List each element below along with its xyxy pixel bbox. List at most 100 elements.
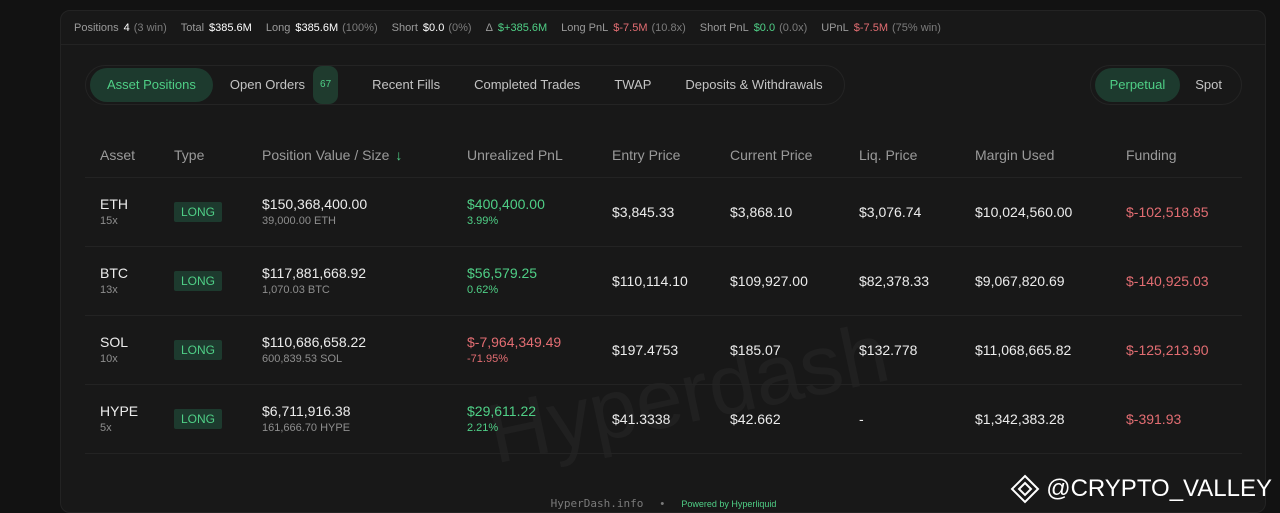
position-type-badge: LONG [174,408,223,429]
tab-label: Deposits & Withdrawals [685,77,823,92]
tab-deposits-withdrawals[interactable]: Deposits & Withdrawals [668,68,839,102]
cell-entry-price: $41.3338 [597,384,715,454]
positions-card: Asset Positions Open Orders 67 Recent Fills… [85,65,1242,510]
cell-position-value: $110,686,658.22 600,839.53 SOL [247,315,452,385]
tab-twap[interactable]: TWAP [597,68,668,102]
column-header-label: Margin Used [975,146,1055,163]
stats-bar: Positions 4 (3 win) Total $385.6M Long $385.6M… [61,11,1265,45]
column-header-position-value-size[interactable]: Position Value / Size ↓ [247,133,452,178]
column-header-funding[interactable]: Funding [1111,133,1242,178]
column-header-label: Position Value / Size [262,146,390,163]
brand-handle: @CRYPTO_VALLEY [1046,475,1272,502]
column-header-label: Asset [100,146,136,163]
tab-label: TWAP [614,77,652,92]
tab-recent-fills[interactable]: Recent Fills [355,68,457,102]
position-size: 1,070.03 BTC [262,284,330,296]
column-header-margin-used[interactable]: Margin Used [960,133,1111,178]
cell-funding: $-102,518.85 [1111,177,1242,247]
tab-completed-trades[interactable]: Completed Trades [457,68,597,102]
stat-sub: (0.0x) [779,21,808,34]
funding-value: $-125,213.90 [1126,341,1209,358]
stat-upnl: UPnL $-7.5M (75% win) [821,22,941,34]
entry-price: $3,845.33 [612,203,675,220]
cell-entry-price: $110,114.10 [597,246,715,316]
cell-entry-price: $197.4753 [597,315,715,385]
cell-current-price: $109,927.00 [715,246,844,316]
current-price: $3,868.10 [730,203,793,220]
table-header-row: Asset Type Position Value / Size ↓ Unrealize… [85,133,1242,178]
table-row[interactable]: BTC 13x LONG $117,881,668.92 1,070.03 BTC $56… [85,246,1242,316]
table-body: ETH 15x LONG $150,368,400.00 39,000.00 ETH $4… [85,177,1242,454]
cell-current-price: $42.662 [715,384,844,454]
margin-used: $10,024,560.00 [975,203,1073,220]
margin-used: $9,067,820.69 [975,272,1065,289]
stat-value: $385.6M [209,21,252,34]
column-header-asset[interactable]: Asset [85,133,159,178]
toggle-spot[interactable]: Spot [1180,68,1237,102]
asset-symbol[interactable]: HYPE [100,403,159,419]
table-row[interactable]: HYPE 5x LONG $6,711,916.38 161,666.70 HYPE $2… [85,384,1242,454]
brand-watermark: @CRYPTO_VALLEY [1010,474,1272,504]
liquidation-price: $132.778 [859,341,918,358]
stat-positions: Positions 4 (3 win) [74,22,167,34]
entry-price: $110,114.10 [612,272,688,289]
entry-price: $197.4753 [612,341,679,358]
sort-arrow-icon[interactable]: ↓ [395,147,402,163]
cell-margin-used: $1,342,383.28 [960,384,1111,454]
stat-value: $-7.5M [613,21,648,34]
asset-leverage: 15x [100,215,118,227]
position-value: $117,881,668.92 [262,265,367,281]
stat-sub: (100%) [342,21,378,34]
stat-value: $-7.5M [853,21,889,34]
liquidation-price: $82,378.33 [859,272,930,289]
column-header-current-price[interactable]: Current Price [715,133,844,178]
column-header-label: Entry Price [612,146,681,163]
column-header-type[interactable]: Type [159,133,247,178]
stat-value: $385.6M [295,21,339,34]
asset-symbol[interactable]: ETH [100,196,159,212]
stat-label: Long [265,21,291,34]
table-row[interactable]: SOL 10x LONG $110,686,658.22 600,839.53 SOL $… [85,315,1242,385]
cell-liq-price: - [844,384,960,454]
asset-symbol[interactable]: BTC [100,265,159,281]
cell-type: LONG [159,177,247,247]
stat-short-pnl: Short PnL $0.0 (0.0x) [700,22,807,34]
cell-funding: $-125,213.90 [1111,315,1242,385]
tab-asset-positions[interactable]: Asset Positions [90,68,213,102]
footer-site-link[interactable]: HyperDash.info [551,497,644,510]
asset-leverage: 13x [100,284,118,296]
funding-value: $-102,518.85 [1126,203,1209,220]
stat-long-pnl: Long PnL $-7.5M (10.8x) [561,22,686,34]
column-header-entry-price[interactable]: Entry Price [597,133,715,178]
stat-value: $0.0 [422,21,445,34]
current-price: $109,927.00 [730,272,808,289]
cell-margin-used: $9,067,820.69 [960,246,1111,316]
cell-unrealized-pnl: $-7,964,349.49 -71.95% [452,315,597,385]
table-row[interactable]: ETH 15x LONG $150,368,400.00 39,000.00 ETH $4… [85,177,1242,247]
column-header-unrealized-pnl[interactable]: Unrealized PnL [452,133,597,178]
market-toggle: Perpetual Spot [1089,65,1242,105]
cell-unrealized-pnl: $400,400.00 3.99% [452,177,597,247]
cell-unrealized-pnl: $29,611.22 2.21% [452,384,597,454]
unrealized-pnl-percent: 3.99% [467,215,499,227]
footer-powered-by[interactable]: Powered by Hyperliquid [681,499,776,509]
cell-asset: BTC 13x [85,246,159,316]
stat-value: $0.0 [753,21,776,34]
tab-count-badge: 67 [313,66,339,104]
stat-label: Short PnL [699,21,749,34]
stat-sub: (3 win) [133,21,167,34]
stat-label: Total [180,21,205,34]
unrealized-pnl: $-7,964,349.49 [467,334,562,350]
positions-table: Asset Type Position Value / Size ↓ Unrealize… [85,133,1242,454]
column-header-liq-price[interactable]: Liq. Price [844,133,960,178]
margin-used: $11,068,665.82 [975,341,1072,358]
stat-label: Δ [485,21,493,34]
tab-open-orders[interactable]: Open Orders 67 [213,66,355,104]
stat-total: Total $385.6M [181,22,252,34]
tab-bar: Asset Positions Open Orders 67 Recent Fills… [85,65,845,105]
asset-symbol[interactable]: SOL [100,334,159,350]
cell-type: LONG [159,246,247,316]
stat-value: $+385.6M [497,21,548,34]
toggle-perpetual[interactable]: Perpetual [1094,68,1181,102]
tab-label: Completed Trades [474,77,581,92]
